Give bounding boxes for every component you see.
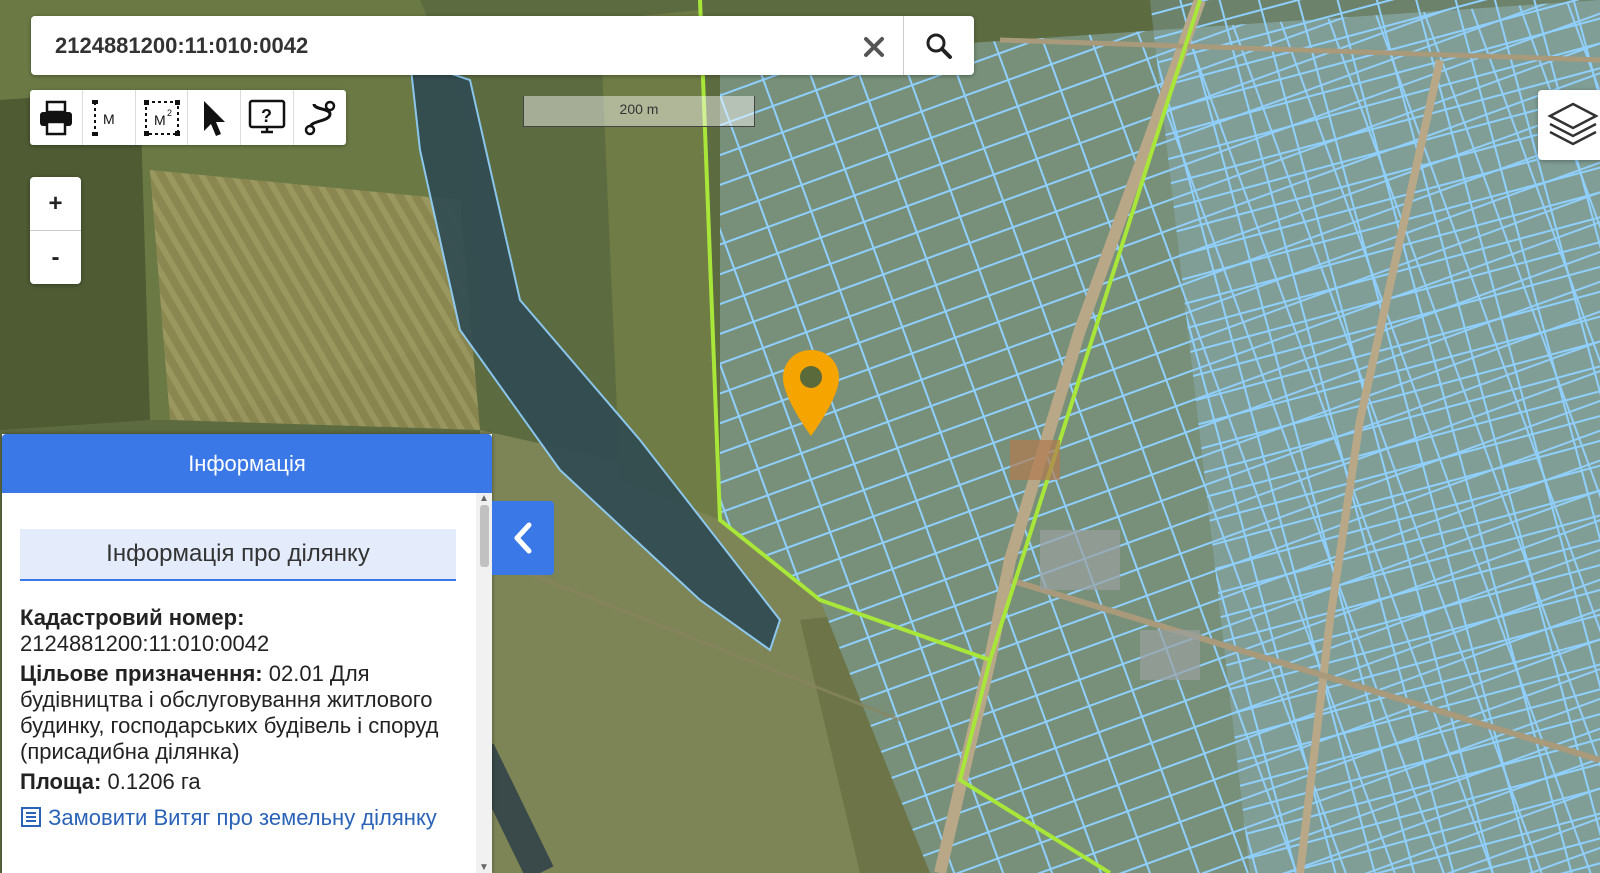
- print-button[interactable]: [30, 90, 83, 145]
- cadastral-number-label: Кадастровий номер:: [20, 605, 245, 630]
- layers-icon: [1547, 102, 1599, 146]
- route-button[interactable]: [294, 90, 346, 145]
- help-button[interactable]: ?: [241, 90, 295, 145]
- measure-length-icon: M: [91, 99, 115, 136]
- info-scrollbar[interactable]: ▲ ▼: [476, 493, 492, 873]
- search-button[interactable]: [904, 16, 974, 75]
- chevron-left-icon: [514, 522, 532, 554]
- area-label: Площа:: [20, 769, 102, 794]
- area-value: 0.1206 га: [107, 769, 201, 794]
- cadastral-number-value: 2124881200:11:010:0042: [20, 631, 270, 656]
- svg-text:M: M: [103, 111, 115, 127]
- map-toolbar: M M2 ?: [30, 90, 346, 145]
- pointer-icon: [204, 100, 226, 136]
- close-icon[interactable]: [857, 30, 891, 64]
- help-icon: ?: [248, 99, 286, 133]
- purpose-label: Цільове призначення:: [20, 661, 263, 686]
- info-panel: Інформація Інформація про ділянку Кадаст…: [2, 434, 492, 873]
- order-extract-link[interactable]: Замовити Витяг про земельну ділянку: [20, 805, 460, 831]
- zoom-control: + -: [30, 177, 81, 284]
- zoom-out-button[interactable]: -: [30, 231, 81, 284]
- map-marker-icon[interactable]: [780, 348, 842, 440]
- layers-button[interactable]: [1538, 90, 1600, 160]
- scale-bar: 200 m: [523, 96, 755, 127]
- collapse-panel-button[interactable]: [492, 501, 554, 575]
- route-icon: [304, 100, 336, 135]
- area-field: Площа: 0.1206 га: [20, 769, 460, 795]
- print-icon: [39, 100, 72, 135]
- scale-label: 200 m: [619, 101, 659, 117]
- svg-text:2: 2: [167, 108, 172, 118]
- info-panel-title: Інформація: [2, 434, 492, 493]
- svg-text:?: ?: [261, 106, 272, 126]
- zoom-in-button[interactable]: +: [30, 177, 81, 230]
- measure-length-button[interactable]: M: [83, 90, 136, 145]
- scroll-down-arrow[interactable]: ▼: [479, 862, 489, 873]
- measure-area-button[interactable]: M2: [136, 90, 189, 145]
- search-icon: [926, 33, 952, 59]
- svg-text:M: M: [154, 112, 166, 128]
- select-tool-button[interactable]: [188, 90, 242, 145]
- purpose-field: Цільове призначення: 02.01 Для будівницт…: [20, 661, 460, 765]
- measure-area-icon: M2: [143, 99, 180, 136]
- scrollbar-thumb[interactable]: [480, 505, 489, 567]
- cadastral-number-field: Кадастровий номер: 2124881200:11:010:004…: [20, 605, 460, 657]
- info-panel-body: Інформація про ділянку Кадастровий номер…: [2, 493, 476, 873]
- order-extract-label: Замовити Витяг про земельну ділянку: [48, 805, 437, 830]
- search-input[interactable]: [53, 31, 837, 60]
- scroll-up-arrow[interactable]: ▲: [479, 493, 489, 504]
- search-bar[interactable]: [31, 16, 974, 75]
- parcel-info-heading: Інформація про ділянку: [20, 529, 456, 581]
- document-icon: [21, 807, 41, 827]
